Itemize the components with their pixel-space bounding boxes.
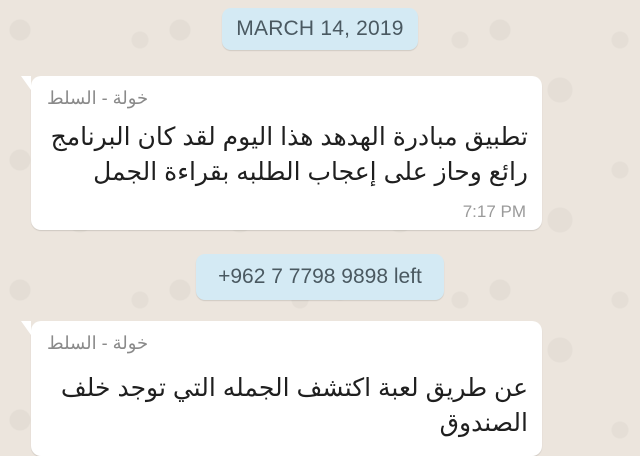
message-bubble[interactable]: خولة - السلط عن طريق لعبة اكتشف الجمله ا… [21, 321, 542, 456]
date-separator: MARCH 14, 2019 [222, 8, 418, 50]
message-text: تطبيق مبادرة الهدهد هذا اليوم لقد كان ال… [50, 123, 528, 186]
chat-screen: { "conversation": { "date_label": "MARCH… [0, 0, 640, 456]
message-sender: خولة - السلط [47, 333, 149, 353]
system-notice: +962 7 7798 9898 left [196, 254, 444, 300]
date-separator-label: MARCH 14, 2019 [236, 17, 404, 40]
message-text: عن طريق لعبة اكتشف الجمله التي توجد خلف … [60, 374, 528, 437]
message-timestamp: 7:17 PM [462, 202, 526, 221]
message-sender: خولة - السلط [47, 88, 149, 108]
chat-thread[interactable]: MARCH 14, 2019 خولة - السلط تطبيق مبادرة… [0, 0, 640, 456]
message-bubble[interactable]: خولة - السلط تطبيق مبادرة الهدهد هذا الي… [21, 76, 542, 230]
system-notice-label: +962 7 7798 9898 left [218, 265, 422, 288]
